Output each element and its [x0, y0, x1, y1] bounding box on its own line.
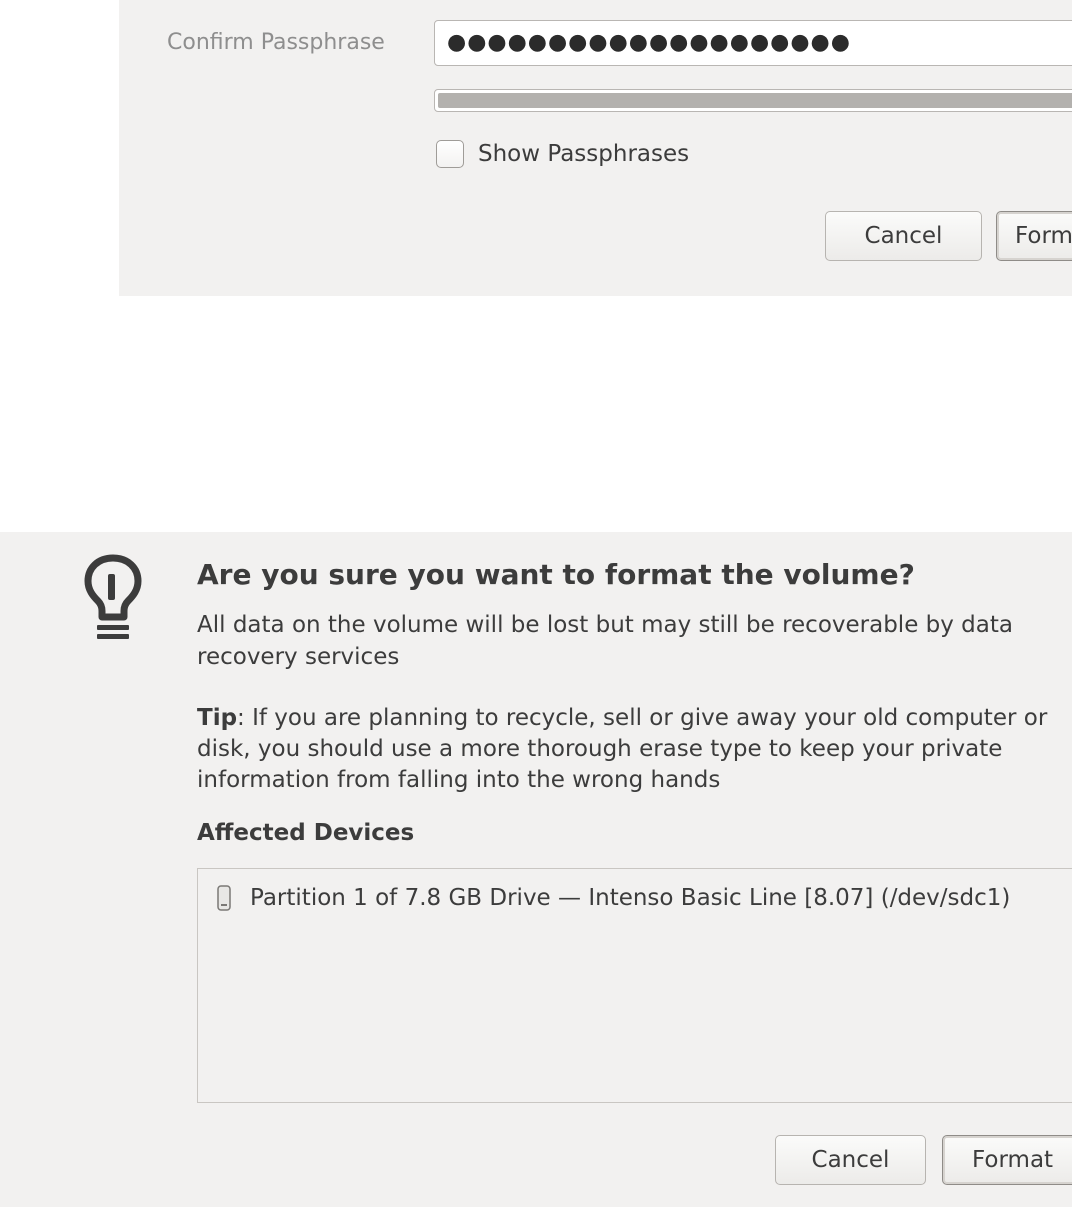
format-volume-dialog: Confirm Passphrase ●●●●●●●●●●●●●●●●●●●● …: [119, 0, 1072, 296]
tip-text: : If you are planning to recycle, sell o…: [197, 705, 1048, 793]
cancel-button[interactable]: Cancel: [775, 1135, 926, 1185]
affected-devices-list: Partition 1 of 7.8 GB Drive — Intenso Ba…: [197, 868, 1072, 1103]
passphrase-strength-bar: [434, 89, 1072, 112]
passphrase-strength-fill: [438, 93, 1072, 108]
list-item[interactable]: Partition 1 of 7.8 GB Drive — Intenso Ba…: [216, 883, 1010, 913]
tip-label: Tip: [197, 705, 238, 731]
show-passphrases-checkbox[interactable]: [436, 140, 464, 168]
format-button[interactable]: Form: [996, 211, 1072, 261]
dialog-tip: Tip: If you are planning to recycle, sel…: [197, 703, 1065, 796]
cancel-button[interactable]: Cancel: [825, 211, 982, 261]
show-passphrases-toggle[interactable]: Show Passphrases: [436, 138, 689, 170]
format-button[interactable]: Format: [942, 1135, 1072, 1185]
dialog-heading: Are you sure you want to format the volu…: [197, 558, 915, 591]
lightbulb-icon: [84, 554, 142, 639]
affected-devices-heading: Affected Devices: [197, 820, 415, 846]
confirm-format-dialog: Are you sure you want to format the volu…: [0, 532, 1072, 1207]
confirm-passphrase-input[interactable]: ●●●●●●●●●●●●●●●●●●●●: [434, 20, 1072, 66]
device-label: Partition 1 of 7.8 GB Drive — Intenso Ba…: [250, 885, 1011, 911]
confirm-passphrase-label: Confirm Passphrase: [167, 30, 385, 55]
show-passphrases-label: Show Passphrases: [478, 141, 690, 167]
dialog-message: All data on the volume will be lost but …: [197, 612, 1013, 670]
drive-icon: [217, 885, 231, 911]
